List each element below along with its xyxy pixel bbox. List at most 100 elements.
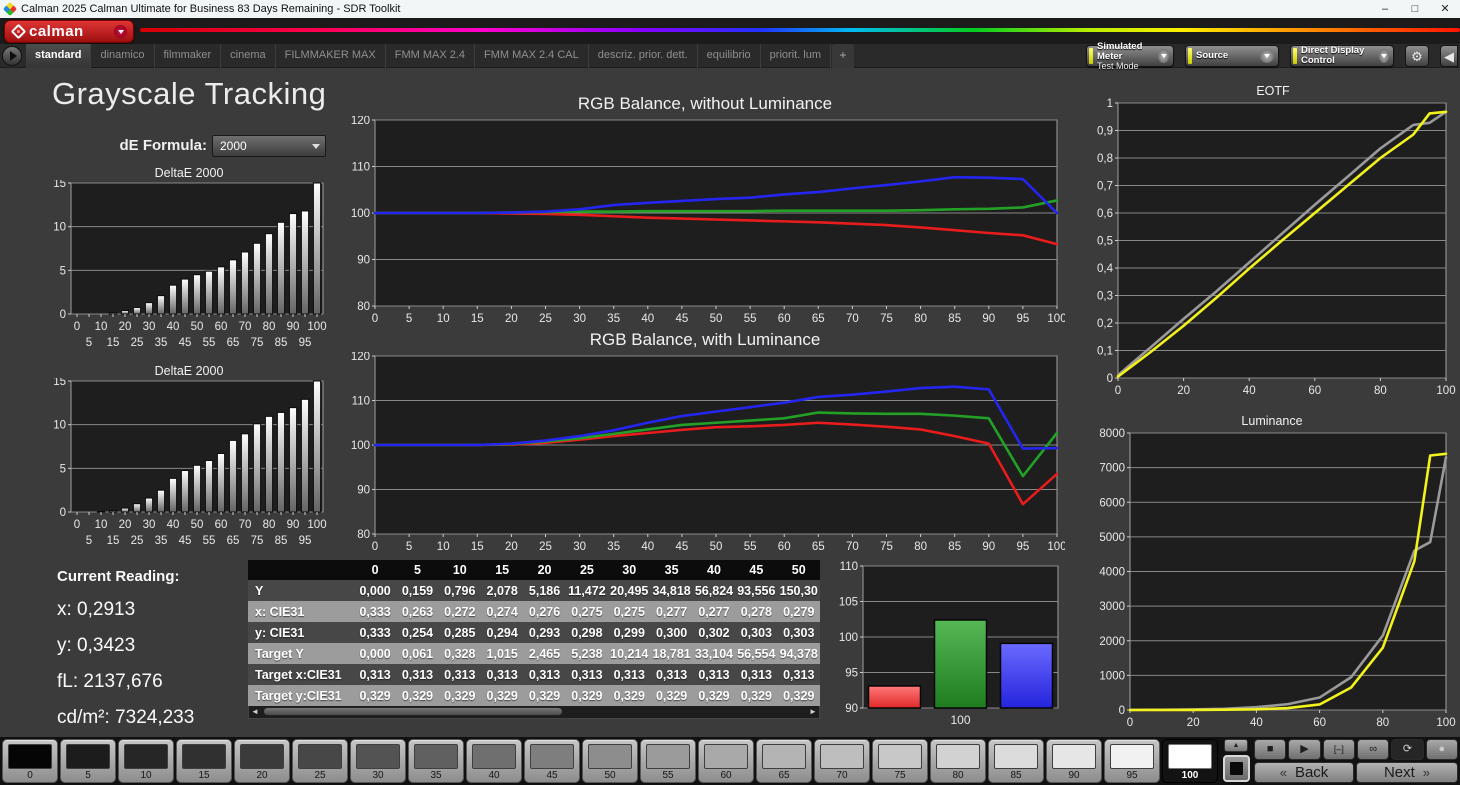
svg-text:10: 10 (437, 313, 450, 325)
pattern-window-icon (1230, 762, 1243, 775)
range-button[interactable]: [–] (1322, 739, 1355, 760)
tab-filmmaker[interactable]: filmmaker (155, 44, 222, 68)
strip-expand-button[interactable]: ▲ (1224, 739, 1248, 752)
maximize-button[interactable]: □ (1400, 0, 1430, 18)
scrollbar-thumb[interactable] (263, 707, 563, 716)
tab-descriz-prior-dett-[interactable]: descriz. prior. dett. (589, 44, 698, 68)
continuous-button[interactable]: ∞ (1356, 739, 1390, 760)
svg-text:5: 5 (406, 313, 412, 325)
meter-toolbar: Simulated Meter Test Mode Source Direct … (1086, 41, 1458, 70)
svg-text:5000: 5000 (1099, 532, 1125, 544)
pattern-swatch (414, 744, 458, 769)
tab-priorit-lum[interactable]: priorit. lum (761, 44, 832, 68)
pattern-level-button-10[interactable]: 10 (118, 739, 174, 783)
pattern-level-button-40[interactable]: 40 (466, 739, 522, 783)
table-cell: 10,214 (608, 643, 651, 664)
eotf-chart: EOTF 0 0,1 0,2 0,3 0,4 0,5 0,6 0,7 0,8 0,9 1 0 20 40 6… (1088, 84, 1458, 404)
row-label: Target Y (248, 643, 354, 664)
pattern-window-button[interactable] (1223, 755, 1250, 782)
pattern-level-button-5[interactable]: 5 (60, 739, 116, 783)
pattern-level-button-0[interactable]: 0 (2, 739, 58, 783)
deltae-bottom-chart-plot: 0 5 10 15 0 5 10 15 20 25 30 35 40 45 50 55 60 65 70 75 80 85… (45, 376, 333, 554)
scroll-right-icon[interactable]: ► (807, 706, 819, 717)
table-row: Target y:CIE31 0,329 0,329 0,329 0,329 0,329 0… (248, 685, 820, 706)
svg-text:60: 60 (778, 313, 791, 325)
tab-equilibrio[interactable]: equilibrio (698, 44, 761, 68)
pattern-level-label: 75 (894, 770, 906, 781)
pattern-level-button-70[interactable]: 70 (814, 739, 870, 783)
pattern-level-button-55[interactable]: 55 (640, 739, 696, 783)
svg-text:60: 60 (1308, 385, 1321, 397)
svg-text:1000: 1000 (1099, 670, 1125, 682)
stop-button[interactable]: ■ (1254, 739, 1287, 760)
simulated-meter-dropdown[interactable]: Simulated Meter Test Mode (1086, 41, 1174, 70)
pattern-level-button-100[interactable]: 100 (1162, 739, 1218, 783)
svg-text:85: 85 (948, 313, 961, 325)
tab-filmmaker-max[interactable]: FILMMAKER MAX (276, 44, 386, 68)
svg-text:0,6: 0,6 (1097, 208, 1113, 220)
svg-text:35: 35 (155, 337, 168, 349)
table-cell: 0,329 (396, 685, 439, 706)
pattern-level-button-35[interactable]: 35 (408, 739, 464, 783)
source-accent-bar (1188, 48, 1192, 64)
pattern-level-button-30[interactable]: 30 (350, 739, 406, 783)
svg-text:75: 75 (251, 535, 264, 547)
pattern-level-button-80[interactable]: 80 (930, 739, 986, 783)
pattern-swatch (124, 744, 168, 769)
direct-display-control-dropdown[interactable]: Direct Display Control (1290, 45, 1394, 67)
tab-fmm-max-2-4-cal[interactable]: FMM MAX 2.4 CAL (475, 44, 589, 68)
table-cell: 0,329 (735, 685, 778, 706)
deltae-bottom-chart-title: DeltaE 2000 (154, 364, 224, 378)
meter-status-button[interactable]: ● (1425, 739, 1458, 760)
pattern-level-button-75[interactable]: 75 (872, 739, 928, 783)
tab-standard[interactable]: standard (26, 44, 92, 68)
next-chevron-icon: » (1422, 765, 1431, 780)
table-column-header: 20 (523, 560, 566, 580)
collapse-panel-button[interactable]: ◀ (1440, 45, 1458, 67)
pattern-level-button-90[interactable]: 90 (1046, 739, 1102, 783)
scroll-left-icon[interactable]: ◄ (249, 706, 261, 717)
svg-text:60: 60 (1313, 717, 1326, 729)
svg-text:100: 100 (1436, 717, 1455, 729)
pattern-swatch (472, 744, 516, 769)
pattern-level-button-95[interactable]: 95 (1104, 739, 1160, 783)
pattern-level-button-50[interactable]: 50 (582, 739, 638, 783)
rgb-with-plot: 80 90 100 110 120 0 5 10 15 20 25 30 35 40 45 50 55 60 65 7… (345, 351, 1067, 558)
pattern-level-button-25[interactable]: 25 (292, 739, 348, 783)
de-formula-select[interactable]: 2000 (212, 135, 326, 157)
add-tab-button[interactable]: + (832, 44, 855, 68)
workflow-nav-button[interactable] (2, 46, 22, 66)
svg-text:50: 50 (191, 519, 204, 531)
svg-text:0: 0 (1115, 385, 1121, 397)
settings-gear-button[interactable]: ⚙ (1405, 45, 1429, 67)
pattern-swatch (240, 744, 284, 769)
next-button[interactable]: Next » (1356, 762, 1458, 783)
logo-menu-caret[interactable] (114, 25, 127, 38)
source-dropdown[interactable]: Source (1185, 45, 1279, 67)
svg-text:100: 100 (839, 632, 858, 644)
pattern-level-button-20[interactable]: 20 (234, 739, 290, 783)
svg-text:35: 35 (607, 541, 620, 553)
table-column-header: 50 (777, 560, 820, 580)
calman-logo-button[interactable]: calman (4, 20, 134, 43)
row-label: Target y:CIE31 (248, 685, 354, 706)
svg-text:0: 0 (74, 519, 80, 531)
pattern-level-button-85[interactable]: 85 (988, 739, 1044, 783)
close-button[interactable]: ✕ (1430, 0, 1460, 18)
minimize-button[interactable]: – (1370, 0, 1400, 18)
back-button[interactable]: « Back (1254, 762, 1354, 783)
tab-fmm-max-2-4[interactable]: FMM MAX 2.4 (386, 44, 476, 68)
pattern-level-button-15[interactable]: 15 (176, 739, 232, 783)
table-scrollbar[interactable]: ◄ ► (248, 706, 820, 719)
refresh-button[interactable]: ⟳ (1391, 739, 1424, 760)
svg-text:65: 65 (812, 541, 825, 553)
pattern-level-button-60[interactable]: 60 (698, 739, 754, 783)
tab-dinamico[interactable]: dinamico (91, 44, 155, 68)
play-button[interactable]: ▶ (1288, 739, 1321, 760)
pattern-level-button-65[interactable]: 65 (756, 739, 812, 783)
svg-text:100: 100 (307, 321, 326, 333)
table-cell: 0,263 (396, 601, 439, 622)
source-dropdown-label: Source (1196, 50, 1229, 61)
pattern-level-button-45[interactable]: 45 (524, 739, 580, 783)
tab-cinema[interactable]: cinema (221, 44, 276, 68)
